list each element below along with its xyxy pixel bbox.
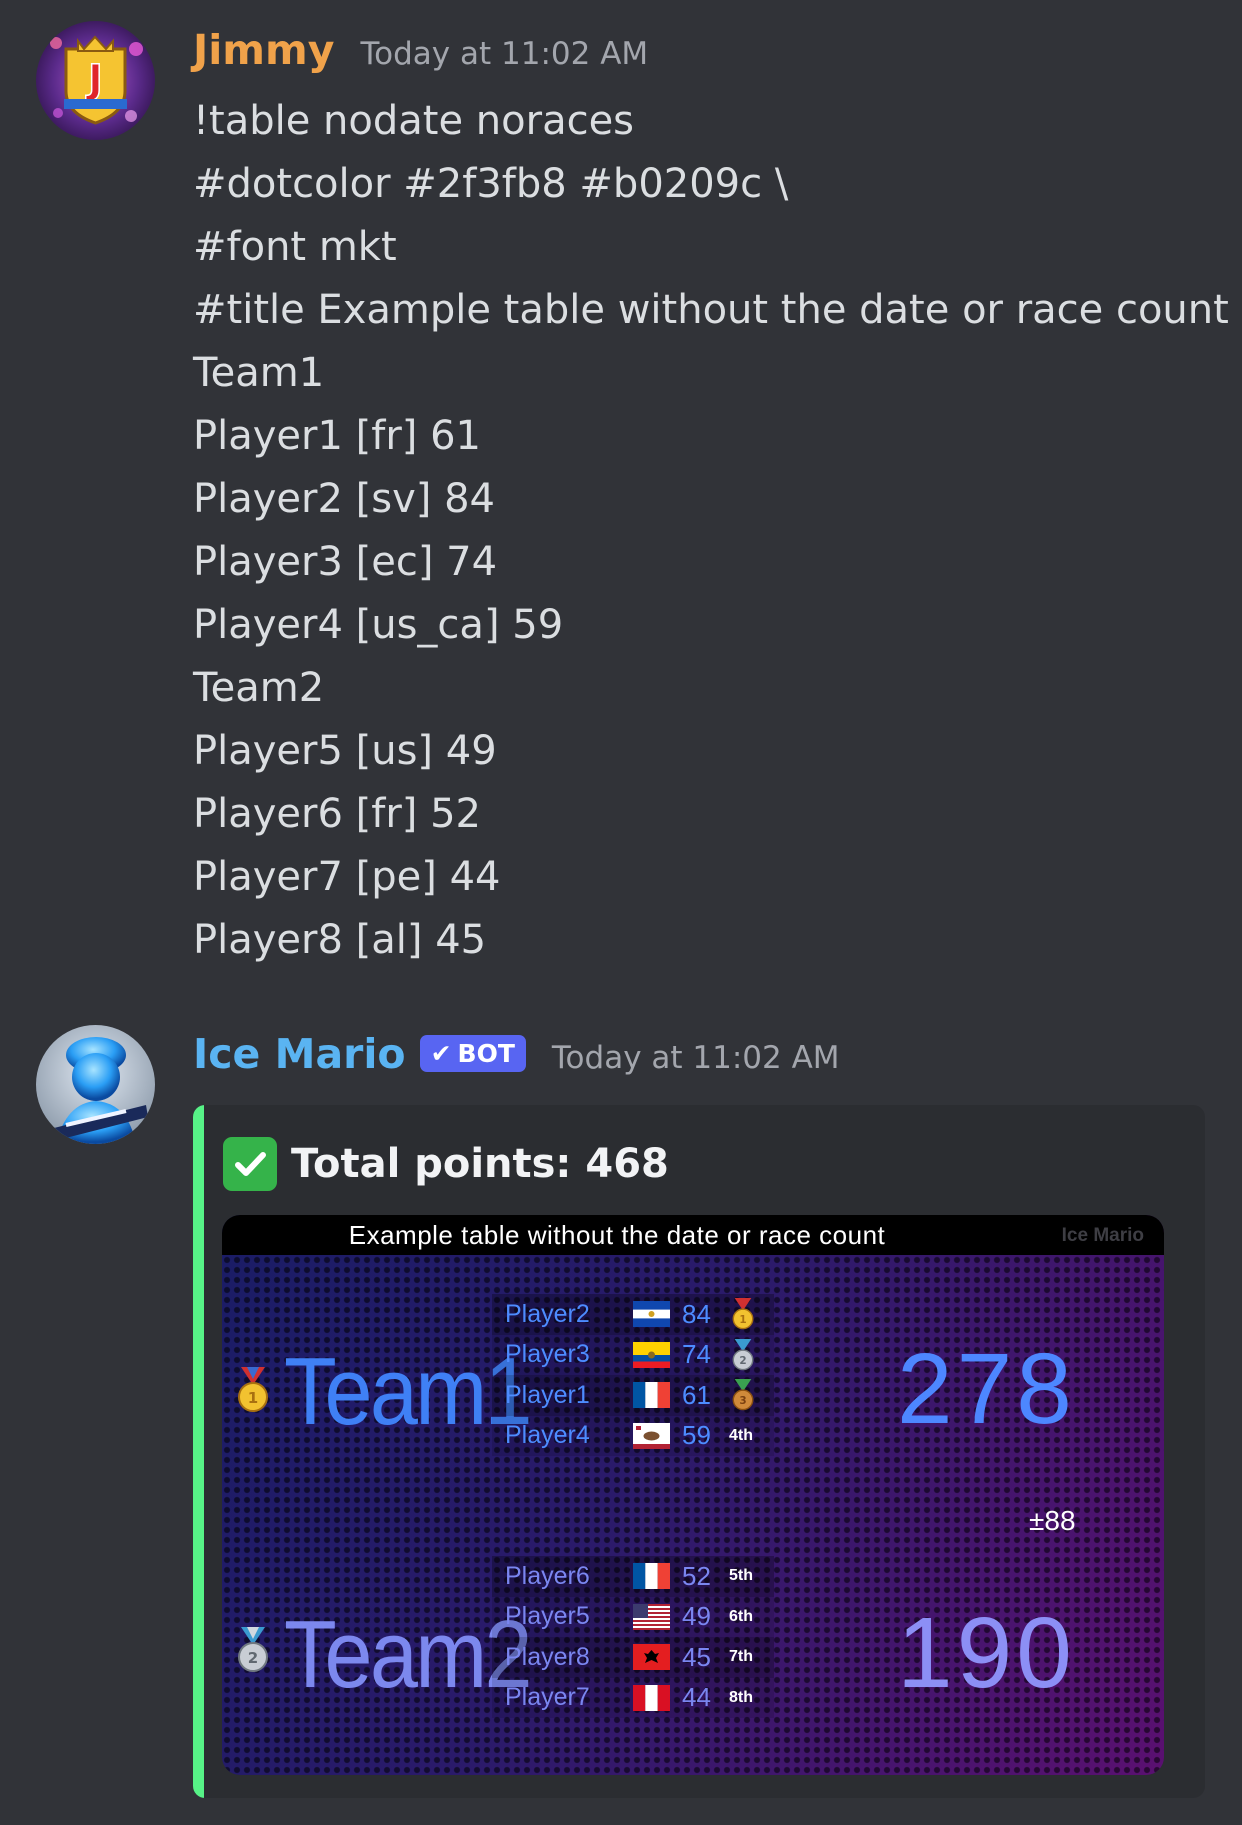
gold-medal-icon: 1 — [732, 1298, 754, 1330]
table-image[interactable]: Example table without the date or race c… — [222, 1215, 1164, 1775]
placement-label: 6th — [729, 1607, 753, 1625]
svg-text:J: J — [85, 57, 103, 103]
message-line: Player5 [us] 49 — [193, 728, 497, 774]
gold-medal-icon: 1 — [238, 1367, 268, 1412]
message-line: Player7 [pe] 44 — [193, 854, 501, 900]
el-salvador-flag-icon — [633, 1301, 670, 1327]
table-header: Example table without the date or race c… — [222, 1215, 1164, 1255]
france-flag-icon — [633, 1563, 670, 1589]
player-row: Player3 74 2 — [492, 1334, 774, 1375]
message-content: !table nodate noraces #dotcolor #2f3fb8 … — [193, 90, 1229, 972]
svg-text:1: 1 — [739, 1314, 746, 1326]
team2-player-list: Player6 52 5th Player5 49 6th Player8 45… — [492, 1556, 774, 1718]
player-name: Player3 — [505, 1340, 590, 1369]
username-ice-mario[interactable]: Ice Mario — [193, 1030, 406, 1078]
albania-flag-icon — [633, 1644, 670, 1670]
france-flag-icon — [633, 1382, 670, 1408]
username-jimmy[interactable]: Jimmy — [193, 26, 334, 74]
message-line: Player6 [fr] 52 — [193, 791, 481, 837]
score-difference: ±88 — [1029, 1505, 1076, 1536]
watermark: Ice Mario — [1061, 1225, 1144, 1246]
peru-flag-icon — [633, 1684, 670, 1711]
ecuador-flag-icon — [633, 1341, 670, 1368]
embed-title-text: Total points: 468 — [291, 1141, 669, 1187]
player-score: 52 — [682, 1560, 711, 1591]
player-row: Player7 44 8th — [492, 1677, 774, 1718]
player-score: 74 — [682, 1339, 711, 1370]
usa-flag-icon — [633, 1603, 670, 1630]
message-line: #title Example table without the date or… — [193, 287, 1229, 333]
placement-label: 7th — [729, 1648, 753, 1666]
placement-label: 5th — [729, 1567, 753, 1585]
message-line: Player4 [us_ca] 59 — [193, 602, 564, 648]
message-line: #dotcolor #2f3fb8 #b0209c \ — [193, 161, 789, 207]
message-line: Team1 — [193, 350, 325, 396]
player-score: 45 — [682, 1641, 711, 1672]
check-mark-button-icon — [223, 1137, 277, 1191]
player-name: Player5 — [505, 1602, 590, 1631]
bot-badge-label: BOT — [457, 1039, 515, 1068]
team1-player-list: Player2 84 1 Player3 74 2 Player1 61 3 P… — [492, 1294, 774, 1456]
embed-title: Total points: 468 — [223, 1137, 669, 1191]
message-line: Player3 [ec] 74 — [193, 539, 498, 585]
checkmark-icon: ✔ — [430, 1039, 452, 1068]
bot-badge: ✔ BOT — [419, 1035, 526, 1072]
svg-text:3: 3 — [739, 1395, 746, 1407]
message-line: Team2 — [193, 665, 325, 711]
message-header-ice-mario: Ice Mario ✔ BOT Today at 11:02 AM — [193, 1030, 840, 1078]
player-name: Player6 — [505, 1561, 590, 1590]
player-name: Player2 — [505, 1299, 590, 1328]
svg-text:2: 2 — [739, 1355, 746, 1367]
embed: Total points: 468 Example table without … — [193, 1105, 1205, 1798]
player-score: 44 — [682, 1682, 711, 1713]
timestamp: Today at 11:02 AM — [360, 36, 649, 72]
team2-score: 190 — [897, 1597, 1076, 1709]
team1-score: 278 — [897, 1333, 1076, 1445]
avatar-ice-mario[interactable] — [36, 1025, 155, 1144]
player-name: Player4 — [505, 1421, 590, 1450]
bronze-medal-icon: 3 — [732, 1379, 754, 1411]
table-title: Example table without the date or race c… — [348, 1220, 886, 1250]
player-name: Player1 — [505, 1380, 590, 1409]
avatar-jimmy[interactable]: J — [36, 21, 155, 140]
player-score: 61 — [682, 1379, 711, 1410]
player-name: Player7 — [505, 1683, 590, 1712]
message-line: #font mkt — [193, 224, 397, 270]
message-header-jimmy: Jimmy Today at 11:02 AM — [193, 26, 648, 74]
player-score: 84 — [682, 1298, 711, 1329]
message-line: Player8 [al] 45 — [193, 917, 487, 963]
player-row: Player1 61 3 — [492, 1375, 774, 1416]
embed-accent-bar — [193, 1105, 204, 1798]
player-score: 59 — [682, 1420, 711, 1451]
silver-medal-icon: 2 — [732, 1338, 754, 1370]
california-flag-icon — [633, 1422, 670, 1449]
player-row: Player5 49 6th — [492, 1596, 774, 1637]
placement-label: 4th — [729, 1426, 753, 1444]
svg-text:1: 1 — [248, 1389, 258, 1407]
svg-text:2: 2 — [248, 1649, 258, 1667]
silver-medal-icon: 2 — [238, 1627, 268, 1672]
timestamp: Today at 11:02 AM — [551, 1040, 840, 1076]
message-line: Player2 [sv] 84 — [193, 476, 495, 522]
player-name: Player8 — [505, 1642, 590, 1671]
message-line: Player1 [fr] 61 — [193, 413, 481, 459]
player-row: Player6 52 5th — [492, 1556, 774, 1597]
placement-label: 8th — [729, 1688, 753, 1706]
player-row: Player2 84 1 — [492, 1294, 774, 1335]
message-line: !table nodate noraces — [193, 98, 635, 144]
player-score: 49 — [682, 1601, 711, 1632]
player-row: Player4 59 4th — [492, 1415, 774, 1456]
player-row: Player8 45 7th — [492, 1637, 774, 1678]
